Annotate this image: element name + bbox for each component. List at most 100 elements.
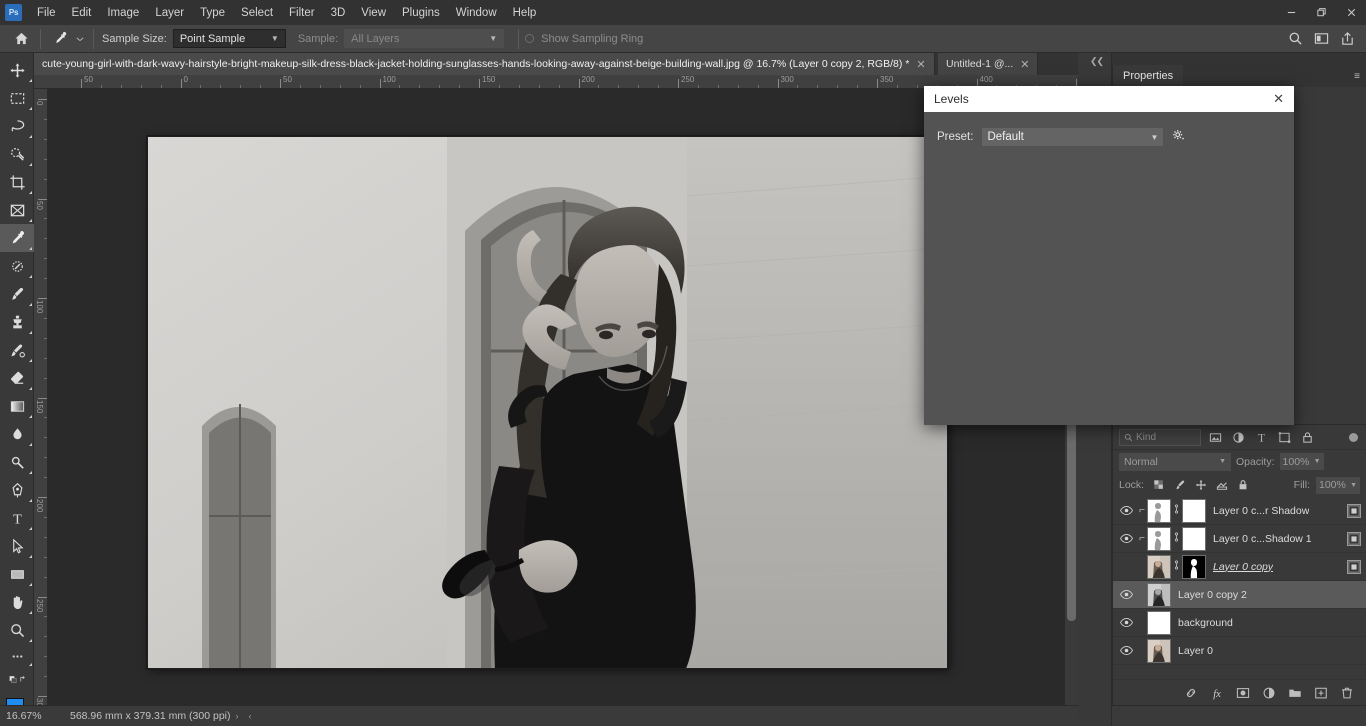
quick-mask-and-screen-mode[interactable] [0,668,34,690]
type-tool[interactable]: T [0,504,34,532]
zoom-level[interactable]: 16.67% [0,710,70,722]
menu-select[interactable]: Select [233,3,281,23]
panel-menu-icon[interactable]: ≡ [1354,71,1360,82]
move-tool[interactable] [0,56,34,84]
menu-help[interactable]: Help [505,3,545,23]
status-expand-icon[interactable]: › [236,711,239,721]
layer-visibility-eye-icon[interactable] [1115,645,1137,656]
show-sampling-ring-radio[interactable] [525,34,535,43]
tool-preset-chevron-down-icon[interactable] [73,26,87,52]
healing-brush-tool[interactable] [0,252,34,280]
layer-row[interactable]: Layer 0 [1113,637,1366,665]
layer-thumbnail[interactable] [1147,554,1171,579]
lock-position-icon[interactable] [1192,477,1209,494]
close-button[interactable] [1336,0,1366,25]
lock-image-icon[interactable] [1171,477,1188,494]
lock-all-icon[interactable] [1234,477,1251,494]
shape-filter-icon[interactable] [1276,429,1293,446]
home-icon[interactable] [8,26,34,52]
mask-link-icon[interactable] [1171,503,1182,518]
mask-link-icon[interactable] [1171,559,1182,574]
layer-effects-indicator-icon[interactable] [1347,503,1361,518]
layer-thumbnail[interactable] [1147,638,1171,663]
blend-mode-select[interactable]: Normal ▼ [1119,452,1231,471]
quick-select-tool[interactable] [0,140,34,168]
layer-name[interactable]: Layer 0 copy [1213,561,1273,573]
layer-effects-indicator-icon[interactable] [1347,531,1361,546]
layer-list[interactable]: ⌐ Layer 0 c...r Shadow ⌐ Layer 0 c...Shadow… [1113,497,1366,679]
sample-select[interactable]: All Layers ▼ [344,29,505,48]
layer-name[interactable]: Layer 0 c...Shadow 1 [1213,533,1312,545]
brush-tool[interactable] [0,280,34,308]
filter-enable-toggle[interactable] [1349,432,1358,442]
type-filter-icon[interactable]: T [1253,429,1270,446]
new-adjustment-icon[interactable] [1261,685,1276,700]
status-collapse-icon[interactable]: ‹ [249,711,252,721]
fill-value[interactable]: 100% ▼ [1316,476,1360,494]
layer-name[interactable]: Layer 0 copy 2 [1178,589,1247,601]
gradient-tool[interactable] [0,392,34,420]
menu-view[interactable]: View [353,3,394,23]
path-select-tool[interactable] [0,532,34,560]
layer-row[interactable]: ⌐ Layer 0 c...Shadow 1 [1113,525,1366,553]
eyedropper-icon[interactable] [47,26,73,52]
crop-tool[interactable] [0,168,34,196]
pixel-filter-icon[interactable] [1207,429,1224,446]
layer-kind-filter[interactable]: Kind [1119,428,1201,446]
workspace-icon[interactable] [1308,26,1334,52]
edit-toolbar-ellipsis-icon[interactable] [0,644,34,668]
close-icon[interactable]: ✕ [916,58,925,71]
sample-size-select[interactable]: Point Sample ▼ [172,29,286,48]
layer-visibility-eye-icon[interactable] [1115,617,1137,628]
frame-tool[interactable] [0,196,34,224]
restore-button[interactable] [1306,0,1336,25]
dodge-tool[interactable] [0,448,34,476]
document-image[interactable] [147,136,948,669]
layer-visibility-eye-icon[interactable] [1115,589,1137,600]
new-layer-icon[interactable] [1313,685,1328,700]
layer-name[interactable]: Layer 0 [1178,645,1213,657]
new-group-icon[interactable] [1287,685,1302,700]
link-layers-icon[interactable] [1183,685,1198,700]
add-mask-icon[interactable] [1235,685,1250,700]
levels-dialog[interactable]: Levels ✕ Preset: Default ▼ Channel: RGB … [924,86,1294,425]
preset-select[interactable]: Default ▼ [982,128,1164,146]
opacity-value[interactable]: 100% ▼ [1279,453,1324,470]
delete-layer-icon[interactable] [1339,685,1354,700]
close-icon[interactable]: ✕ [1020,58,1029,71]
tab-properties[interactable]: Properties [1113,65,1184,87]
layer-row[interactable]: Layer 0 copy [1113,553,1366,581]
blur-tool[interactable] [0,420,34,448]
lock-transparent-icon[interactable] [1150,477,1167,494]
layer-name[interactable]: Layer 0 c...r Shadow [1213,505,1309,517]
document-tab-active[interactable]: cute-young-girl-with-dark-wavy-hairstyle… [34,53,935,75]
rectangle-tool[interactable] [0,560,34,588]
lock-nesting-icon[interactable] [1213,477,1230,494]
eraser-tool[interactable] [0,364,34,392]
layer-visibility-eye-icon[interactable] [1115,533,1137,544]
menu-plugins[interactable]: Plugins [394,3,448,23]
clone-stamp-tool[interactable] [0,308,34,336]
hand-tool[interactable] [0,588,34,616]
zoom-tool[interactable] [0,616,34,644]
history-brush-tool[interactable] [0,336,34,364]
adjustment-filter-icon[interactable] [1230,429,1247,446]
menu-layer[interactable]: Layer [147,3,192,23]
share-icon[interactable] [1334,26,1360,52]
layer-row[interactable]: Layer 0 copy 2 [1113,581,1366,609]
gear-icon[interactable] [1172,129,1185,145]
layer-visibility-eye-icon[interactable] [1115,505,1137,516]
menu-file[interactable]: File [29,3,64,23]
menu-image[interactable]: Image [99,3,147,23]
layer-thumbnail[interactable] [1147,610,1171,635]
marquee-tool[interactable] [0,84,34,112]
smart-object-filter-icon[interactable] [1299,429,1316,446]
layer-name[interactable]: background [1178,617,1233,629]
close-icon[interactable]: ✕ [1273,91,1284,107]
layer-thumbnail[interactable] [1147,498,1171,523]
pen-tool[interactable] [0,476,34,504]
eyedropper-tool[interactable] [0,224,34,252]
menu-filter[interactable]: Filter [281,3,323,23]
layer-row[interactable]: ⌐ Layer 0 c...r Shadow [1113,497,1366,525]
layer-thumbnail[interactable] [1147,526,1171,551]
